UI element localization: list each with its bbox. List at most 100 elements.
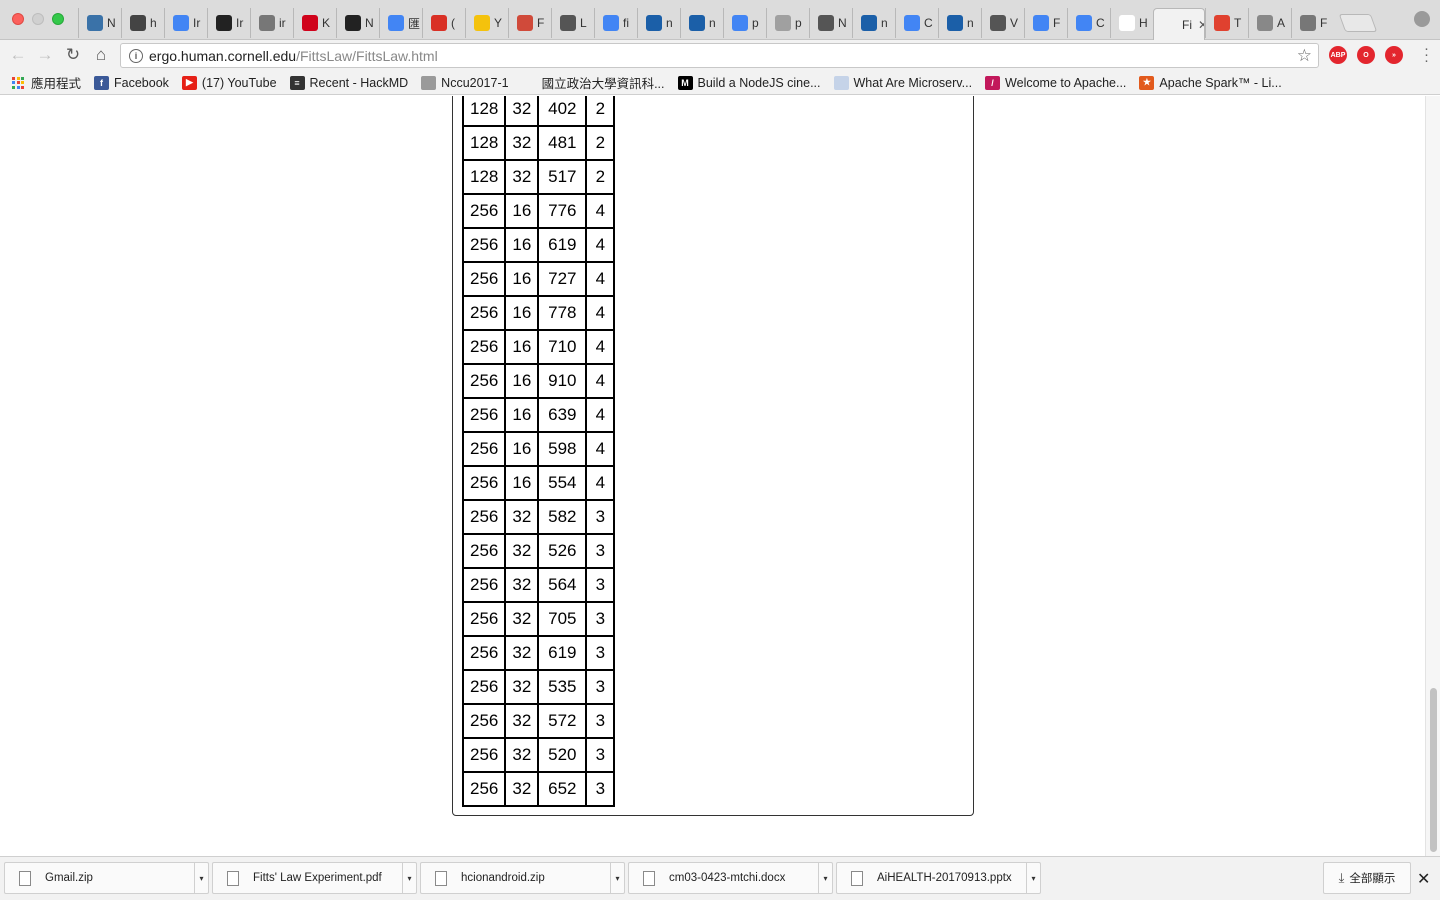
table-cell: 4 [585,397,616,433]
table-cell: 3 [585,635,616,671]
address-bar[interactable]: i ergo.human.cornell.edu/FittsLaw/FittsL… [120,43,1319,68]
adblock-icon[interactable]: ABP [1329,46,1347,64]
download-item[interactable]: Gmail.zip ▾ [4,862,209,894]
chevron-down-icon[interactable]: ▾ [402,862,416,894]
apps-grid-icon [12,76,26,89]
bookmark-star-icon[interactable]: ☆ [1297,46,1312,66]
forward-button[interactable]: → [33,44,57,66]
show-all-downloads-button[interactable]: ⤓ 全部顯示 [1323,862,1411,894]
chevron-down-icon[interactable]: ▾ [610,862,624,894]
browser-tab[interactable]: F [1024,8,1067,38]
profile-icon[interactable] [1414,11,1430,27]
browser-tab[interactable]: N [809,8,852,38]
close-shelf-button[interactable]: ✕ [1417,869,1430,889]
browser-tab[interactable]: n [637,8,680,38]
bookmark-item[interactable]: 國立政治大學資訊科... [521,73,665,92]
browser-tab[interactable]: n [680,8,723,38]
media-icon[interactable]: » [1385,46,1403,64]
bookmark-item[interactable]: ≡ Recent - HackMD [289,75,408,90]
yellow-square-icon [474,15,490,31]
browser-tab[interactable]: F [508,8,551,38]
browser-tab[interactable]: V [981,8,1024,38]
table-cell: 582 [537,499,588,535]
table-row: 256 32 520 3 [461,737,616,773]
download-item[interactable]: cm03-0423-mtchi.docx ▾ [628,862,833,894]
browser-tab[interactable]: p [766,8,809,38]
tab-label: K [322,16,331,30]
close-tab-icon[interactable]: ✕ [1198,18,1204,32]
browser-tab[interactable]: N [78,8,121,38]
chevron-down-icon[interactable]: ▾ [194,862,208,894]
reload-button[interactable]: ↻ [61,44,85,66]
table-cell: 128 [461,159,507,195]
new-tab-button[interactable] [1338,14,1378,32]
apache-feather-icon: / [985,75,1001,90]
browser-tab[interactable]: L [551,8,594,38]
fullscreen-window-button[interactable] [52,13,64,25]
browser-tab[interactable]: Fi ✕ [1153,8,1205,40]
browser-tab[interactable]: n [852,8,895,38]
tabs-container: Nh Ir Ir ir K N 匯 (Y F Lfi n n p p Nn Cn V F C H Fi ✕ T A F [78,8,1378,40]
document-icon [130,15,146,31]
bookmark-label: Facebook [114,75,169,90]
table-cell: 16 [504,431,540,467]
table-cell: 3 [585,703,616,739]
download-item[interactable]: hcionandroid.zip ▾ [420,862,625,894]
browser-tab[interactable]: fi [594,8,637,38]
google-icon [603,15,619,31]
blank-icon [1162,16,1178,33]
opera-icon[interactable]: O [1357,46,1375,64]
browser-tab[interactable]: h [121,8,164,38]
bookmark-label: Nccu2017-1 [441,75,509,90]
bookmark-item[interactable]: What Are Microserv... [833,75,972,90]
browser-tab[interactable]: ir [250,8,293,38]
download-item[interactable]: AiHEALTH-20170913.pptx ▾ [836,862,1041,894]
minimize-window-button[interactable] [32,13,44,25]
bookmark-item[interactable]: M Build a NodeJS cine... [677,75,821,90]
back-button[interactable]: ← [6,44,30,66]
browser-tab[interactable]: K [293,8,336,38]
table-cell: 16 [504,261,540,297]
download-filename: Fitts' Law Experiment.pdf [253,872,382,884]
k-icon [302,15,318,31]
menu-icon[interactable]: · · · [1424,41,1429,68]
bookmark-item[interactable]: Nccu2017-1 [421,75,509,90]
table-cell: 2 [585,96,616,127]
bookmark-item[interactable]: f Facebook [94,75,169,90]
tab-label: N [107,16,116,30]
browser-tab[interactable]: F [1291,8,1334,38]
browser-tab[interactable]: N [336,8,379,38]
browser-tab[interactable]: H [1110,8,1153,38]
browser-tab[interactable]: Ir [164,8,207,38]
bookmark-label: Welcome to Apache... [1005,75,1127,90]
info-icon[interactable]: i [129,48,143,63]
close-window-button[interactable] [12,13,24,25]
browser-tab[interactable]: A [1248,8,1291,38]
page-scrollbar[interactable] [1425,96,1440,856]
browser-tab[interactable]: C [1067,8,1110,38]
home-button[interactable]: ⌂ [89,44,113,66]
python-icon [87,15,103,31]
browser-tab[interactable]: n [938,8,981,38]
browser-tab[interactable]: Y [465,8,508,38]
browser-tab[interactable]: T [1205,8,1248,38]
blank-page-icon [1119,15,1135,31]
bookmark-item[interactable]: ▶ (17) YouTube [181,75,277,90]
browser-tab[interactable]: p [723,8,766,38]
table-cell: 256 [461,465,507,501]
chevron-down-icon[interactable]: ▾ [818,862,832,894]
table-cell: 32 [504,533,540,569]
tab-label: Y [494,16,503,30]
bookmark-item[interactable]: 應用程式 [12,73,81,92]
browser-tab[interactable]: 匯 [379,8,422,38]
bookmark-item[interactable]: / Welcome to Apache... [985,75,1127,90]
browser-tab[interactable]: Ir [207,8,250,38]
table-cell: 517 [537,159,588,195]
chevron-down-icon[interactable]: ▾ [1026,862,1040,894]
browser-tab[interactable]: C [895,8,938,38]
table-row: 128 32 481 2 [461,125,616,161]
bookmark-item[interactable]: ★ Apache Spark™ - Li... [1139,75,1282,90]
browser-tab[interactable]: ( [422,8,465,38]
scrollbar-thumb[interactable] [1430,688,1437,852]
download-item[interactable]: Fitts' Law Experiment.pdf ▾ [212,862,417,894]
